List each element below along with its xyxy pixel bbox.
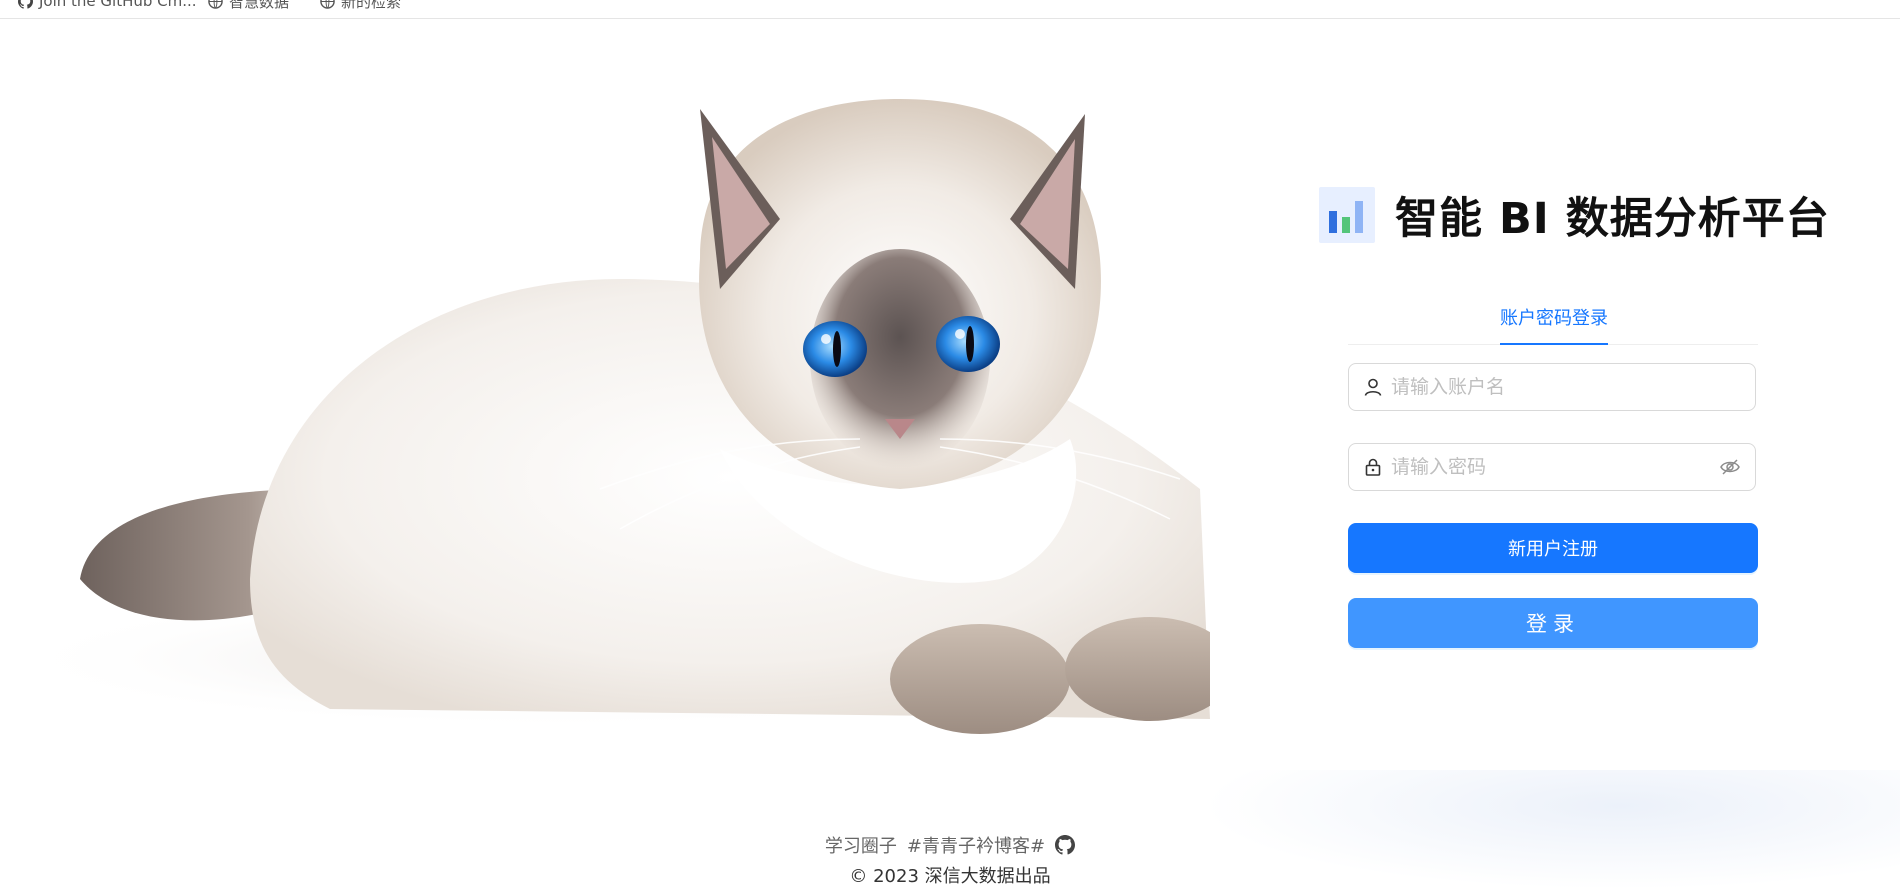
footer-link-circle[interactable]: 学习圈子 (825, 832, 897, 858)
hero-cat-image (0, 19, 1210, 779)
browser-bookmarks-bar: Join the GitHub Cm... 智慧数据 新的检索 (0, 0, 1900, 19)
github-icon (18, 0, 33, 9)
brand-header: 智能 BI 数据分析平台 (1319, 184, 1830, 246)
bookmark-github[interactable]: Join the GitHub Cm... (18, 0, 197, 10)
register-button[interactable]: 新用户注册 (1348, 523, 1758, 573)
password-input[interactable] (1391, 445, 1719, 489)
github-icon[interactable] (1055, 835, 1076, 855)
lock-icon (1365, 458, 1381, 476)
bookmark-label: 智慧数据 (229, 0, 290, 11)
bookmark-label: 新的检索 (341, 0, 402, 11)
login-button[interactable]: 登录 (1348, 598, 1758, 648)
globe-icon (320, 0, 335, 9)
username-input[interactable] (1391, 365, 1755, 409)
footer-copyright: © 2023 深信大数据出品 (0, 862, 1900, 888)
copyright-icon: © (849, 866, 868, 887)
login-tabs: 账户密码登录 (1348, 296, 1758, 345)
username-field[interactable] (1348, 363, 1756, 411)
brand-title: 智能 BI 数据分析平台 (1395, 194, 1830, 244)
footer-link-blog[interactable]: #青青子衿博客# (907, 832, 1045, 858)
bar-chart-icon (1319, 187, 1375, 243)
footer-links: 学习圈子 #青青子衿博客# (0, 832, 1900, 858)
bookmark-xinde[interactable]: 新的检索 (320, 0, 402, 11)
tab-account-password[interactable]: 账户密码登录 (1500, 304, 1608, 345)
copyright-text: 2023 深信大数据出品 (873, 866, 1051, 887)
eye-invisible-icon[interactable] (1719, 456, 1741, 478)
password-field[interactable] (1348, 443, 1756, 491)
bookmark-zhihui[interactable]: 智慧数据 (208, 0, 290, 11)
globe-icon (208, 0, 223, 9)
user-icon (1364, 378, 1382, 396)
bookmark-label: Join the GitHub Cm... (39, 0, 197, 10)
